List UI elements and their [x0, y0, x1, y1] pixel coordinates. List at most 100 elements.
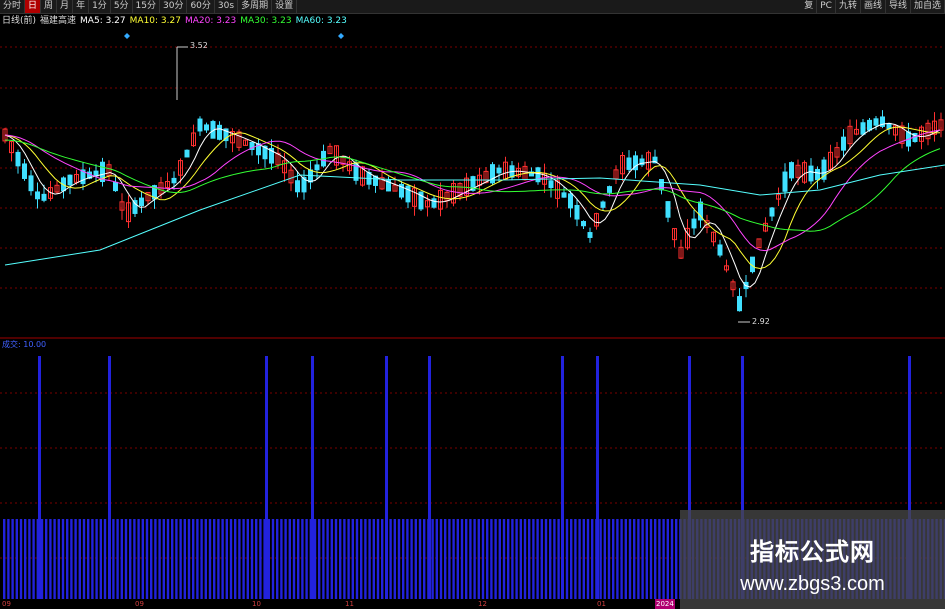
volume-bar — [200, 519, 203, 599]
volume-bar — [511, 519, 514, 599]
candle-body — [860, 122, 866, 135]
volume-bar — [99, 519, 102, 599]
ma10-line — [4, 126, 941, 270]
candle-body — [113, 181, 118, 192]
volume-bar — [364, 519, 367, 599]
volume-bar — [305, 519, 308, 599]
volume-bar — [544, 519, 548, 599]
volume-bar — [637, 519, 640, 599]
volume-bar — [66, 519, 69, 599]
volume-bar — [24, 519, 27, 599]
watermark: 指标公式网 www.zbgs3.com — [680, 510, 945, 609]
candle-body — [496, 167, 502, 174]
volume-bar — [666, 519, 669, 599]
volume-bar — [301, 519, 304, 599]
volume-bar — [574, 519, 577, 599]
volume-bar — [204, 519, 207, 599]
volume-bar — [595, 519, 598, 599]
volume-bar — [460, 519, 464, 599]
volume-bar — [238, 519, 241, 599]
volume-bar — [271, 519, 275, 599]
volume-bar — [116, 519, 119, 599]
watermark-url: www.zbgs3.com — [740, 573, 885, 595]
candle-body — [41, 193, 47, 201]
volume-bar — [439, 519, 443, 599]
volume-bar — [536, 519, 539, 599]
volume-bar — [553, 519, 556, 599]
volume-bar — [225, 519, 228, 599]
volume-bar — [28, 519, 31, 599]
volume-bar — [343, 519, 346, 599]
volume-bar — [423, 519, 426, 599]
candle-body — [737, 296, 742, 312]
volume-bar — [322, 519, 325, 599]
volume-bar — [45, 519, 48, 599]
volume-bar — [523, 519, 527, 599]
candle-body — [873, 118, 879, 126]
volume-bar — [292, 519, 296, 599]
volume-bar — [649, 519, 653, 599]
volume-bar — [133, 519, 136, 599]
volume-bar — [213, 519, 216, 599]
volume-bar — [448, 519, 451, 599]
volume-bar — [507, 519, 510, 599]
candle-body — [139, 197, 144, 207]
candle-body — [626, 157, 632, 170]
volume-bar — [280, 519, 283, 599]
volume-bar — [654, 519, 657, 599]
volume-bar — [528, 519, 531, 599]
volume-bar — [108, 519, 111, 599]
volume-bar — [171, 519, 174, 599]
volume-bar — [40, 519, 44, 599]
volume-bar — [3, 519, 6, 599]
volume-bar — [49, 519, 52, 599]
candle-body — [600, 201, 606, 208]
volume-bar — [87, 519, 90, 599]
volume-bar — [145, 519, 149, 599]
volume-bar — [78, 519, 81, 599]
volume-bar — [334, 519, 338, 599]
volume-bar — [481, 519, 485, 599]
volume-bar — [603, 519, 606, 599]
volume-bar — [486, 519, 489, 599]
volume-bar — [318, 519, 321, 599]
candle-body — [607, 186, 612, 193]
volume-bar — [477, 519, 480, 599]
volume-bar — [347, 519, 350, 599]
volume-indicator-label: 成交: 10.00 — [2, 340, 47, 349]
volume-bar — [565, 519, 569, 599]
candle-body — [717, 244, 723, 256]
volume-bar — [360, 519, 363, 599]
volume-bar — [19, 519, 23, 599]
volume-bar — [330, 519, 333, 599]
volume-bar — [355, 519, 359, 599]
candle-body — [659, 179, 664, 191]
volume-bar — [112, 519, 115, 599]
volume-bar — [549, 519, 552, 599]
candle-body — [789, 162, 794, 179]
volume-bar — [670, 519, 674, 599]
volume-bar — [456, 519, 459, 599]
candle-body — [15, 151, 21, 167]
volume-bar — [246, 519, 249, 599]
volume-bar — [570, 519, 573, 599]
volume-bar — [187, 519, 191, 599]
volume-bar — [175, 519, 178, 599]
candle-body — [295, 180, 300, 193]
candle-body — [574, 204, 580, 220]
volume-bar — [326, 519, 329, 599]
watermark-title: 指标公式网 — [750, 538, 875, 566]
volume-bar — [11, 519, 14, 599]
candle-body — [769, 207, 775, 217]
volume-bar — [234, 519, 237, 599]
volume-bar — [515, 519, 518, 599]
volume-bar — [414, 519, 417, 599]
volume-bar — [91, 519, 94, 599]
volume-bar — [473, 519, 476, 599]
volume-bar — [192, 519, 195, 599]
candle-body — [581, 221, 586, 227]
date-tick: 12 — [478, 600, 487, 608]
volume-bar — [582, 519, 585, 599]
volume-bar — [208, 519, 212, 599]
volume-bar — [633, 519, 636, 599]
